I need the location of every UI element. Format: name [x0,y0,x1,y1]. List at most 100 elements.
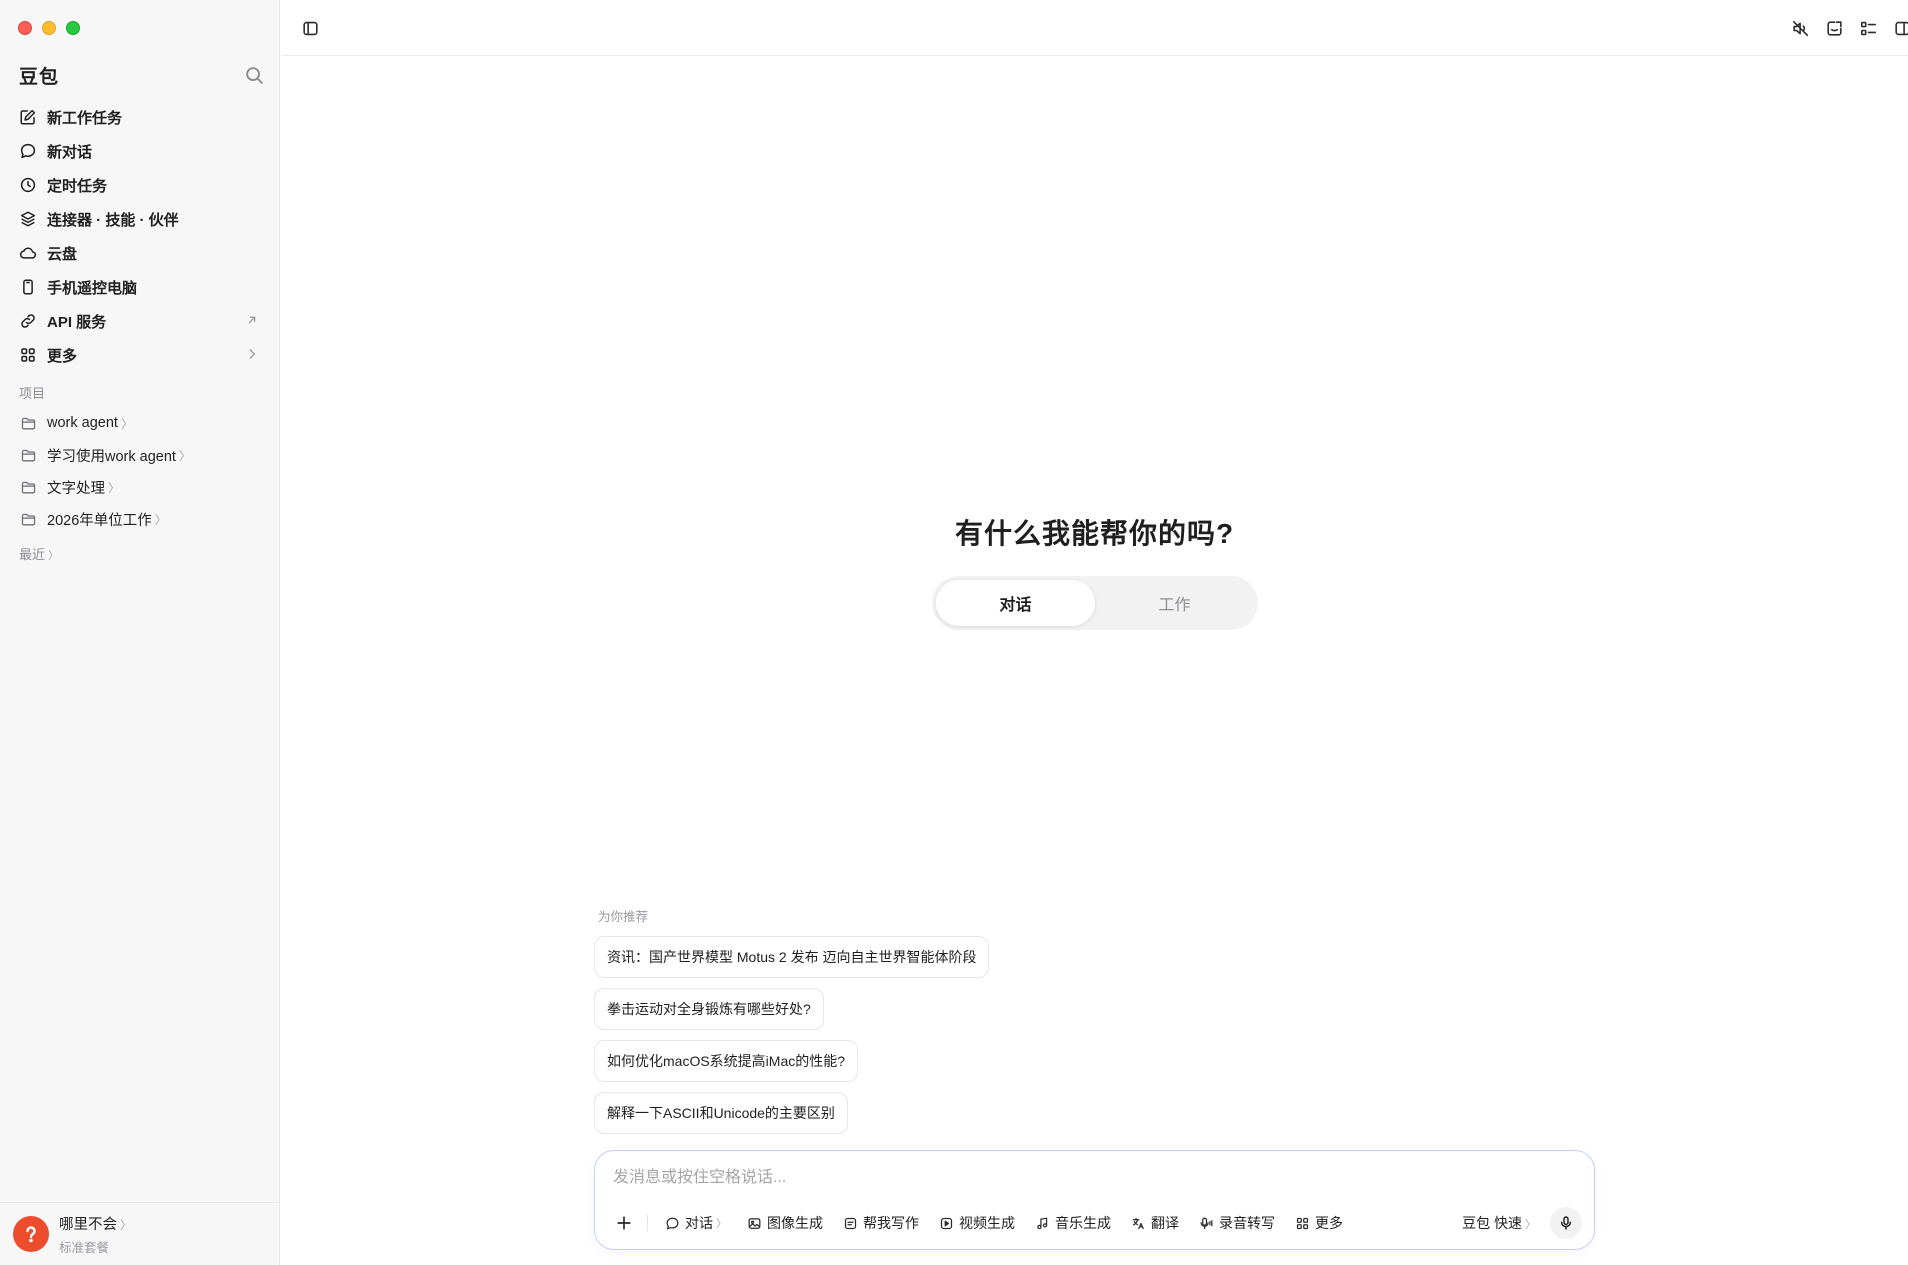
clock-icon [18,175,38,195]
sidebar-item-new-chat[interactable]: 新对话 [10,134,270,168]
tab-chat[interactable]: 对话 [936,580,1095,626]
tool-writing[interactable]: 帮我写作 [843,1211,919,1235]
grid-icon [18,345,38,365]
tool-label: 帮我写作 [863,1215,919,1231]
tool-more[interactable]: 更多 [1295,1211,1343,1235]
projects-list: work agent 〉 学习使用work agent 〉 文字处理 〉 202… [10,407,270,535]
tool-chat-mode[interactable]: 对话 〉 [665,1211,727,1235]
phone-icon [18,277,38,297]
sidebar-item-scheduled-tasks[interactable]: 定时任务 [10,168,270,202]
project-item-2026-work[interactable]: 2026年单位工作 〉 [10,503,270,535]
image-icon [747,1215,763,1231]
tool-label: 音乐生成 [1055,1215,1111,1231]
sidebar-item-cloud-drive[interactable]: 云盘 [10,236,270,270]
chevron-right-icon: 〉 [154,512,167,527]
minimize-window-button[interactable] [42,21,56,35]
sidebar-item-label: 更多 [47,347,78,365]
model-label: 豆包 快速 [1462,1215,1522,1231]
chevron-right-icon: 〉 [1525,1219,1536,1231]
sidebar-nav: 新工作任务 新对话 定时任务 连接器 · 技能 · 伙伴 云盘 手机遥控电脑 A… [10,100,270,372]
page-title: 有什么我能帮你的吗? [954,518,1235,549]
grid-icon [1295,1215,1311,1231]
right-panel-icon [1893,19,1908,38]
chevron-right-icon [244,346,260,362]
chevron-right-icon: 〉 [108,480,121,495]
recent-section-toggle[interactable]: 最近〉 [19,544,59,563]
sidebar-item-label: 新工作任务 [47,109,123,127]
tool-music-generation[interactable]: 音乐生成 [1035,1211,1111,1235]
recommendation-list: 资讯：国产世界模型 Motus 2 发布 迈向自主世界智能体阶段 拳击运动对全身… [594,936,990,1144]
link-icon [18,311,38,331]
sidebar-toggle-icon [301,19,320,38]
tool-label: 对话 [685,1215,713,1231]
mute-button[interactable] [1789,17,1811,39]
folder-icon [18,413,38,433]
attach-button[interactable] [613,1212,635,1234]
folder-icon [18,445,38,465]
chevron-right-icon: 〉 [120,1217,133,1232]
tool-video-generation[interactable]: 视频生成 [939,1211,1015,1235]
edit-icon [18,107,38,127]
search-icon[interactable] [243,64,265,86]
user-name: 哪里不会 [59,1216,117,1233]
chevron-right-icon: 〉 [716,1218,727,1230]
recommendation-item[interactable]: 资讯：国产世界模型 Motus 2 发布 迈向自主世界智能体阶段 [594,936,990,978]
sidebar-item-more[interactable]: 更多 [10,338,270,372]
folder-icon [18,477,38,497]
tool-label: 图像生成 [767,1215,823,1231]
projects-section-label: 项目 [19,386,46,401]
sidebar-item-label: API 服务 [47,313,107,331]
sidebar-item-label: 定时任务 [47,177,108,195]
zoom-window-button[interactable] [66,21,80,35]
project-item-work-agent[interactable]: work agent 〉 [10,407,270,439]
user-plan: 标准套餐 [59,1240,110,1255]
tool-translate[interactable]: 翻译 [1131,1211,1179,1235]
user-profile[interactable]: 哪里不会〉 标准套餐 [0,1202,280,1265]
recent-label: 最近 [19,547,46,562]
sidebar-item-label: 新对话 [47,143,93,161]
sidebar-item-phone-remote[interactable]: 手机遥控电脑 [10,270,270,304]
close-window-button[interactable] [18,21,32,35]
sidebar-item-new-work-task[interactable]: 新工作任务 [10,100,270,134]
tool-image-generation[interactable]: 图像生成 [747,1211,823,1235]
window-controls [18,21,80,35]
tab-work[interactable]: 工作 [1095,580,1254,626]
recommendation-item[interactable]: 拳击运动对全身锻炼有哪些好处? [594,988,824,1030]
project-item-learn-work-agent[interactable]: 学习使用work agent 〉 [10,439,270,471]
toggle-right-panel-button[interactable] [1891,17,1908,39]
translate-icon [1131,1215,1147,1231]
sidebar-item-label: 手机遥控电脑 [47,279,138,297]
plus-icon [614,1213,634,1233]
voice-input-button[interactable] [1550,1207,1582,1239]
tool-transcribe[interactable]: 录音转写 [1199,1211,1275,1235]
message-composer: 对话 〉 图像生成 帮我写作 视频生成 音乐生成 翻译 [594,1150,1595,1250]
chevron-right-icon: 〉 [120,416,133,431]
tool-label: 翻译 [1151,1215,1179,1231]
chevron-right-icon: 〉 [178,448,191,463]
recommendation-item[interactable]: 如何优化macOS系统提高iMac的性能? [594,1040,859,1082]
sidebar-item-api-service[interactable]: API 服务 [10,304,270,338]
speaker-muted-icon [1791,19,1810,38]
project-item-text-processing[interactable]: 文字处理 〉 [10,471,270,503]
sidebar-item-connectors[interactable]: 连接器 · 技能 · 伙伴 [10,202,270,236]
task-list-button[interactable] [1857,17,1879,39]
window-chat-icon [1825,19,1844,38]
mic-wave-icon [1199,1215,1215,1231]
microphone-icon [1558,1215,1574,1231]
toggle-sidebar-button[interactable] [299,17,321,39]
sidebar-item-label: 连接器 · 技能 · 伙伴 [47,211,179,229]
chevron-right-icon: 〉 [48,550,60,562]
external-arrow-icon [244,312,260,328]
top-bar [281,0,1908,56]
new-window-button[interactable] [1823,17,1845,39]
composer-toolbar: 对话 〉 图像生成 帮我写作 视频生成 音乐生成 翻译 录音转写 更多 [665,1211,1363,1235]
recommendation-item[interactable]: 解释一下ASCII和Unicode的主要区别 [594,1092,848,1134]
mode-switch: 对话 工作 [932,576,1258,630]
chat-bubble-icon [18,141,38,161]
document-icon [843,1215,859,1231]
model-selector[interactable]: 豆包 快速〉 [1462,1213,1536,1233]
folder-icon [18,509,38,529]
tool-label: 视频生成 [959,1215,1015,1231]
message-input[interactable] [613,1163,1573,1193]
music-note-icon [1035,1215,1051,1231]
